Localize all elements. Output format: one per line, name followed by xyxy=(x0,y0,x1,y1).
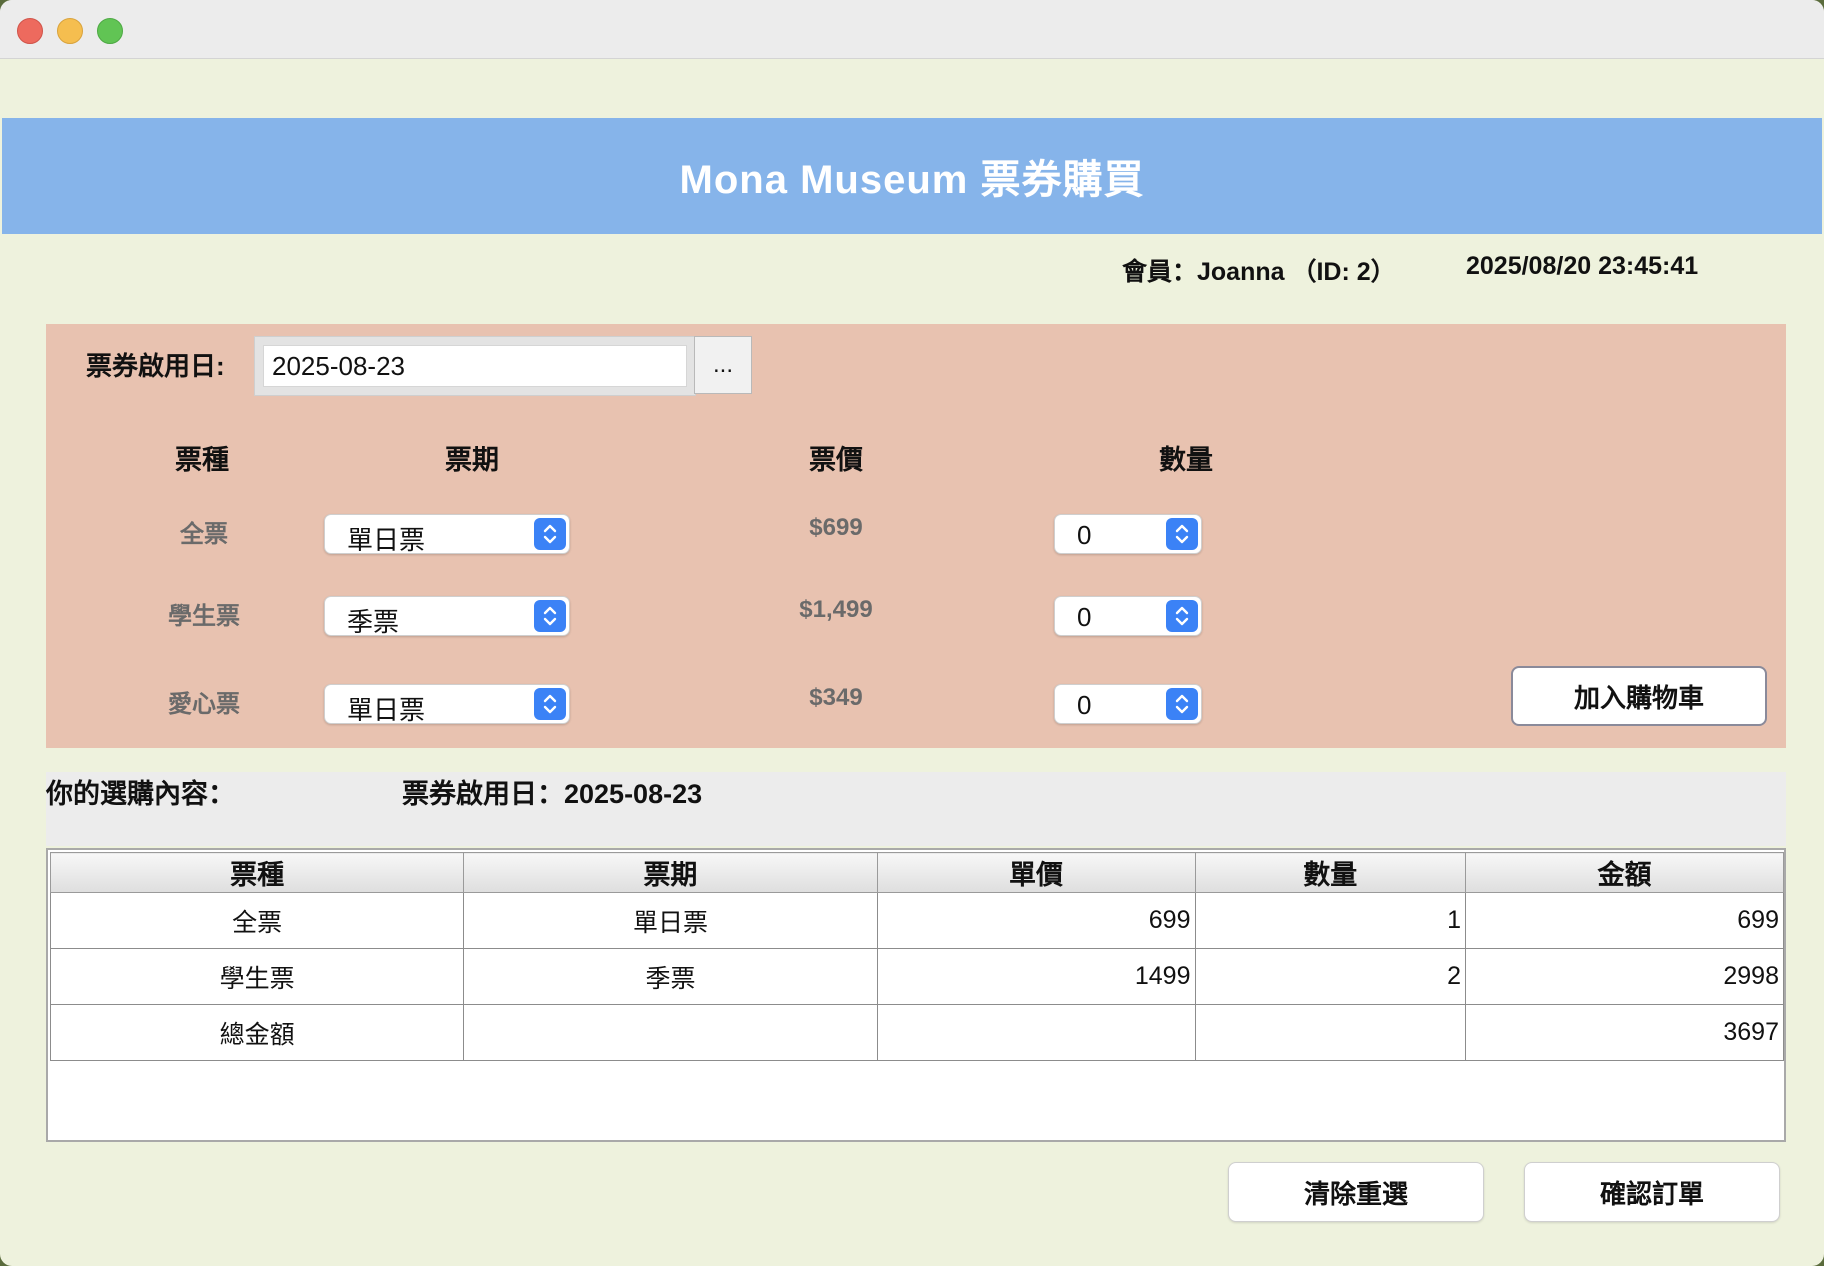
chevron-up-down-icon xyxy=(1166,600,1198,632)
ticket-form-panel: 票券啟用日: ... 票種 票期 票價 數量 全票 單日票 $699 0 學生票… xyxy=(46,324,1786,748)
member-info: 會員：Joanna （ID: 2） xyxy=(1122,258,1396,286)
period-select[interactable]: 單日票 xyxy=(324,684,570,725)
order-grid: 票種 票期 單價 數量 金額 全票 單日票 699 1 699 學生票 季票 1… xyxy=(49,852,1784,1061)
quantity-select[interactable]: 0 xyxy=(1054,684,1202,724)
table-row[interactable]: 學生票 季票 1499 2 2998 xyxy=(49,948,1784,1005)
ticket-type-label: 學生票 xyxy=(168,603,240,630)
summary-label: 你的選購內容： xyxy=(46,779,235,809)
ticket-price: $1,499 xyxy=(799,596,873,623)
cell-empty xyxy=(876,1004,1196,1061)
cell-type: 全票 xyxy=(49,892,465,949)
cell-period: 季票 xyxy=(463,948,878,1005)
quantity-select-value: 0 xyxy=(1077,690,1092,720)
start-date-label: 票券啟用日: xyxy=(86,351,225,381)
chevron-up-down-icon xyxy=(534,518,566,550)
header-banner: Mona Museum 票券購買 xyxy=(2,118,1822,234)
ticket-type-label: 愛心票 xyxy=(168,691,240,718)
minimize-window-button[interactable] xyxy=(57,18,83,44)
start-date-field-frame xyxy=(254,336,696,396)
cell-unit-price: 699 xyxy=(876,892,1196,949)
cell-unit-price: 1499 xyxy=(876,948,1196,1005)
cell-amount: 699 xyxy=(1465,892,1784,949)
date-picker-button[interactable]: ... xyxy=(694,336,752,394)
period-select-value: 單日票 xyxy=(347,525,426,555)
table-row[interactable]: 全票 單日票 699 1 699 xyxy=(49,892,1784,949)
chevron-up-down-icon xyxy=(1166,518,1198,550)
summary-start-date: 票券啟用日：2025-08-23 xyxy=(402,779,703,809)
cell-type: 學生票 xyxy=(49,948,465,1005)
add-to-cart-button[interactable]: 加入購物車 xyxy=(1511,666,1767,726)
quantity-select-value: 0 xyxy=(1077,520,1092,550)
order-summary-bar: 你的選購內容： 票券啟用日：2025-08-23 xyxy=(46,772,1786,846)
close-window-button[interactable] xyxy=(17,18,43,44)
column-header-period: 票期 xyxy=(445,445,499,475)
table-header-type[interactable]: 票種 xyxy=(49,852,465,893)
app-window: Mona Museum 票券購買 會員：Joanna （ID: 2） 2025/… xyxy=(0,0,1824,1266)
cell-quantity: 2 xyxy=(1194,948,1467,1005)
quantity-select[interactable]: 0 xyxy=(1054,596,1202,636)
quantity-select-value: 0 xyxy=(1077,602,1092,632)
table-total-row[interactable]: 總金額 3697 xyxy=(49,1004,1784,1061)
column-header-type: 票種 xyxy=(175,445,229,475)
cell-total-amount: 3697 xyxy=(1465,1004,1784,1061)
maximize-window-button[interactable] xyxy=(97,18,123,44)
chevron-up-down-icon xyxy=(1166,688,1198,720)
cell-amount: 2998 xyxy=(1465,948,1784,1005)
chevron-up-down-icon xyxy=(534,600,566,632)
chevron-up-down-icon xyxy=(534,688,566,720)
period-select-value: 季票 xyxy=(347,607,400,637)
ticket-price: $699 xyxy=(809,514,863,541)
start-date-input[interactable] xyxy=(263,345,687,387)
cell-empty xyxy=(1194,1004,1467,1061)
cell-total-label: 總金額 xyxy=(49,1004,465,1061)
current-datetime: 2025/08/20 23:45:41 xyxy=(1466,252,1699,280)
table-header-unit-price[interactable]: 單價 xyxy=(876,852,1196,893)
period-select[interactable]: 季票 xyxy=(324,596,570,637)
order-table: 票種 票期 單價 數量 金額 全票 單日票 699 1 699 學生票 季票 1… xyxy=(46,848,1786,1142)
cell-period: 單日票 xyxy=(463,892,878,949)
table-header-period[interactable]: 票期 xyxy=(463,852,878,893)
ticket-type-label: 全票 xyxy=(180,521,228,548)
period-select[interactable]: 單日票 xyxy=(324,514,570,555)
page-title: Mona Museum 票券購買 xyxy=(679,158,1145,202)
title-bar xyxy=(0,0,1824,59)
column-header-quantity: 數量 xyxy=(1159,445,1213,475)
clear-reset-button[interactable]: 清除重選 xyxy=(1228,1162,1484,1222)
period-select-value: 單日票 xyxy=(347,695,426,725)
confirm-order-button[interactable]: 確認訂單 xyxy=(1524,1162,1780,1222)
table-header-row: 票種 票期 單價 數量 金額 xyxy=(49,852,1784,893)
table-header-amount[interactable]: 金額 xyxy=(1465,852,1784,893)
table-header-quantity[interactable]: 數量 xyxy=(1194,852,1467,893)
quantity-select[interactable]: 0 xyxy=(1054,514,1202,554)
cell-empty xyxy=(463,1004,878,1061)
column-header-price: 票價 xyxy=(809,445,863,475)
cell-quantity: 1 xyxy=(1194,892,1467,949)
ticket-price: $349 xyxy=(809,684,863,711)
